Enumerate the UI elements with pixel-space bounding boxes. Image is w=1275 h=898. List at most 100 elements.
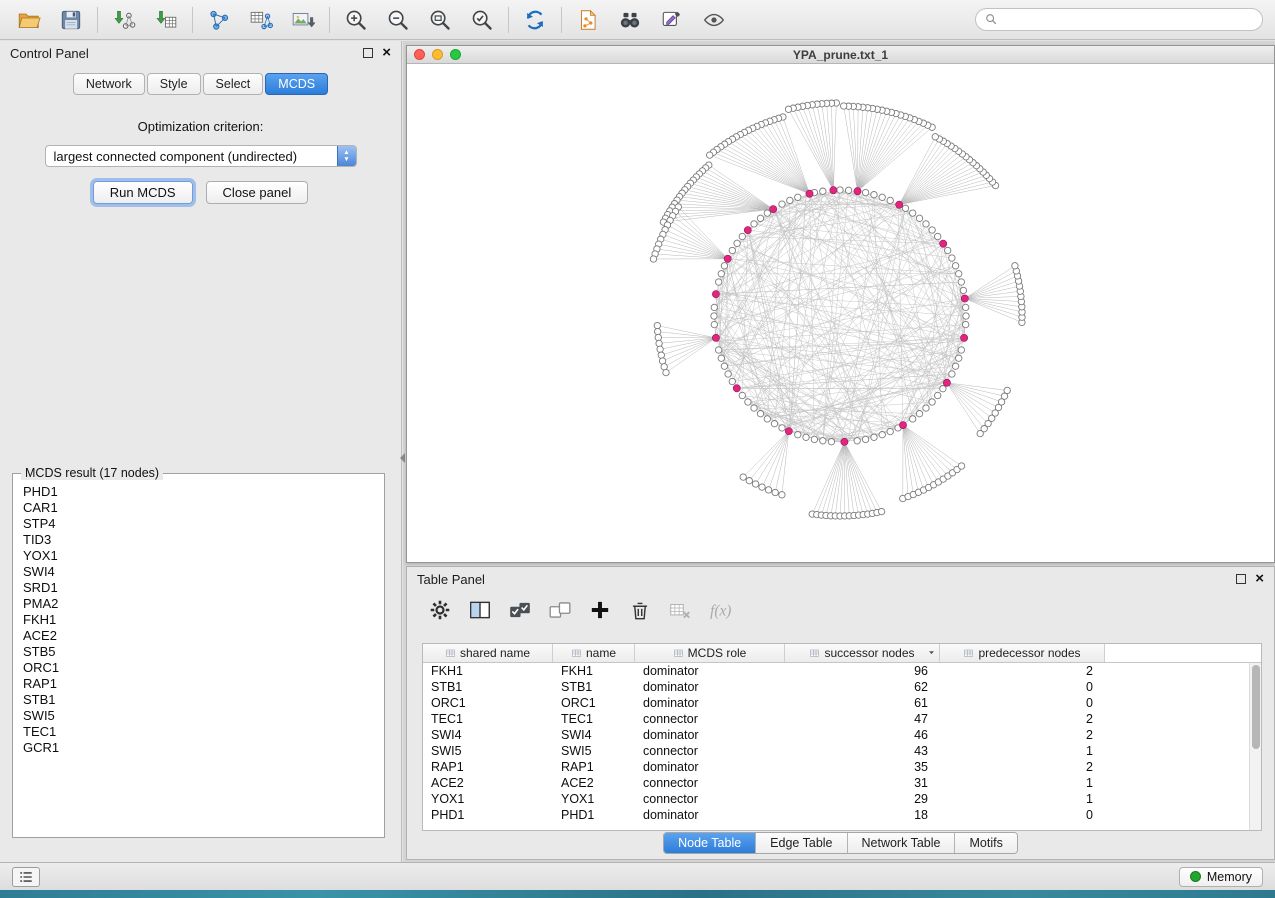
add-row-icon[interactable]	[585, 595, 615, 625]
tab-mcds[interactable]: MCDS	[265, 73, 328, 95]
chevron-down-icon[interactable]	[927, 648, 936, 657]
mcds-result-item[interactable]: ACE2	[23, 628, 382, 644]
mcds-result-item[interactable]: SWI4	[23, 564, 382, 580]
column-header-MCDS-role[interactable]: MCDS role	[635, 644, 785, 662]
cell-MCDS-role: connector	[635, 791, 785, 807]
cell-name: YOX1	[553, 791, 635, 807]
zoom-out-icon[interactable]	[377, 4, 419, 36]
node-table: shared name nameMCDS rolesuccessor nodesp…	[422, 643, 1262, 831]
float-panel-icon[interactable]	[1236, 574, 1246, 584]
table-row[interactable]: PHD1PHD1dominator180	[423, 807, 1261, 823]
zoom-fit-icon[interactable]	[419, 4, 461, 36]
mcds-result-item[interactable]: PHD1	[23, 484, 382, 500]
run-mcds-button[interactable]: Run MCDS	[93, 181, 193, 204]
import-network-icon[interactable]	[103, 4, 145, 36]
delete-row-icon[interactable]	[625, 595, 655, 625]
mcds-result-item[interactable]: STB1	[23, 692, 382, 708]
panel-window-icons: ×	[1236, 573, 1264, 585]
close-panel-icon[interactable]: ×	[382, 47, 391, 59]
mcds-result-item[interactable]: SWI5	[23, 708, 382, 724]
zoom-selected-icon[interactable]	[461, 4, 503, 36]
mcds-result-item[interactable]: RAP1	[23, 676, 382, 692]
search-icon	[984, 12, 999, 27]
cell-MCDS-role: dominator	[635, 663, 785, 679]
save-icon[interactable]	[50, 4, 92, 36]
table-row[interactable]: YOX1YOX1connector291	[423, 791, 1261, 807]
image-export-icon[interactable]	[282, 4, 324, 36]
memory-button[interactable]: Memory	[1179, 867, 1263, 887]
close-panel-button[interactable]: Close panel	[206, 181, 309, 204]
mcds-result-item[interactable]: TID3	[23, 532, 382, 548]
tab-node-table[interactable]: Node Table	[664, 833, 756, 853]
zoom-in-icon[interactable]	[335, 4, 377, 36]
toolbar-separator	[192, 7, 193, 33]
status-bar: Memory	[0, 862, 1275, 890]
mcds-result-item[interactable]: STP4	[23, 516, 382, 532]
columns-icon[interactable]	[465, 595, 495, 625]
minimize-window-button[interactable]	[432, 49, 443, 60]
share-network-icon[interactable]	[198, 4, 240, 36]
column-type-icon	[963, 648, 974, 659]
criterion-dropdown[interactable]: largest connected component (undirected)…	[45, 145, 357, 167]
mcds-result-item[interactable]: YOX1	[23, 548, 382, 564]
cell-shared-name: PHD1	[423, 807, 553, 823]
column-header-successor-nodes[interactable]: successor nodes	[785, 644, 940, 662]
network-canvas[interactable]	[407, 64, 1274, 563]
import-table-icon[interactable]	[145, 4, 187, 36]
table-scrollbar[interactable]	[1249, 663, 1261, 830]
document-share-icon[interactable]	[567, 4, 609, 36]
mcds-result-item[interactable]: STB5	[23, 644, 382, 660]
table-row[interactable]: RAP1RAP1dominator352	[423, 759, 1261, 775]
menu-button[interactable]	[12, 867, 40, 887]
scrollbar-thumb[interactable]	[1252, 665, 1260, 749]
tab-motifs[interactable]: Motifs	[955, 833, 1016, 853]
column-header-shared-name[interactable]: shared name	[423, 644, 553, 662]
column-header-name[interactable]: name	[553, 644, 635, 662]
mcds-result-item[interactable]: GCR1	[23, 740, 382, 756]
panel-collapse-arrow-icon[interactable]	[400, 453, 405, 463]
unselect-all-icon[interactable]	[545, 595, 575, 625]
eye-icon[interactable]	[693, 4, 735, 36]
tab-style[interactable]: Style	[147, 73, 201, 95]
mcds-result-item[interactable]: SRD1	[23, 580, 382, 596]
binoculars-icon[interactable]	[609, 4, 651, 36]
tab-edge-table[interactable]: Edge Table	[756, 833, 847, 853]
zoom-window-button[interactable]	[450, 49, 461, 60]
mcds-result-item[interactable]: TEC1	[23, 724, 382, 740]
table-row[interactable]: SWI4SWI4dominator462	[423, 727, 1261, 743]
network-window-title: YPA_prune.txt_1	[407, 48, 1274, 62]
table-network-icon[interactable]	[240, 4, 282, 36]
table-row[interactable]: SWI5SWI5connector431	[423, 743, 1261, 759]
dropdown-stepper-icon: ▲▼	[337, 146, 356, 166]
table-row[interactable]: FKH1FKH1dominator962	[423, 663, 1261, 679]
cell-successor-nodes: 43	[785, 743, 940, 759]
gear-icon[interactable]	[425, 595, 455, 625]
close-panel-icon[interactable]: ×	[1255, 573, 1264, 585]
mcds-result-list: PHD1CAR1STP4TID3YOX1SWI4SRD1PMA2FKH1ACE2…	[15, 482, 382, 827]
annotation-icon[interactable]	[651, 4, 693, 36]
mcds-result-item[interactable]: FKH1	[23, 612, 382, 628]
mcds-result-item[interactable]: ORC1	[23, 660, 382, 676]
open-folder-icon[interactable]	[8, 4, 50, 36]
tab-select[interactable]: Select	[203, 73, 264, 95]
table-row[interactable]: ACE2ACE2connector311	[423, 775, 1261, 791]
search-input[interactable]	[1004, 12, 1254, 28]
toolbar-button-groups	[8, 4, 735, 36]
table-panel: Table Panel × f(x) shared namenameMCDS r…	[406, 566, 1275, 860]
table-row[interactable]: STB1STB1dominator620	[423, 679, 1261, 695]
float-panel-icon[interactable]	[363, 48, 373, 58]
refresh-icon[interactable]	[514, 4, 556, 36]
mcds-result-item[interactable]: PMA2	[23, 596, 382, 612]
tab-network[interactable]: Network	[73, 73, 145, 95]
column-header-predecessor-nodes[interactable]: predecessor nodes	[940, 644, 1105, 662]
close-window-button[interactable]	[414, 49, 425, 60]
mcds-result-item[interactable]: CAR1	[23, 500, 382, 516]
column-label: shared name	[460, 646, 530, 660]
select-all-icon[interactable]	[505, 595, 535, 625]
tab-network-table[interactable]: Network Table	[848, 833, 956, 853]
table-row[interactable]: TEC1TEC1connector472	[423, 711, 1261, 727]
table-row[interactable]: ORC1ORC1dominator610	[423, 695, 1261, 711]
search-box	[975, 8, 1263, 31]
memory-status-dot	[1190, 871, 1201, 882]
cell-MCDS-role: connector	[635, 743, 785, 759]
